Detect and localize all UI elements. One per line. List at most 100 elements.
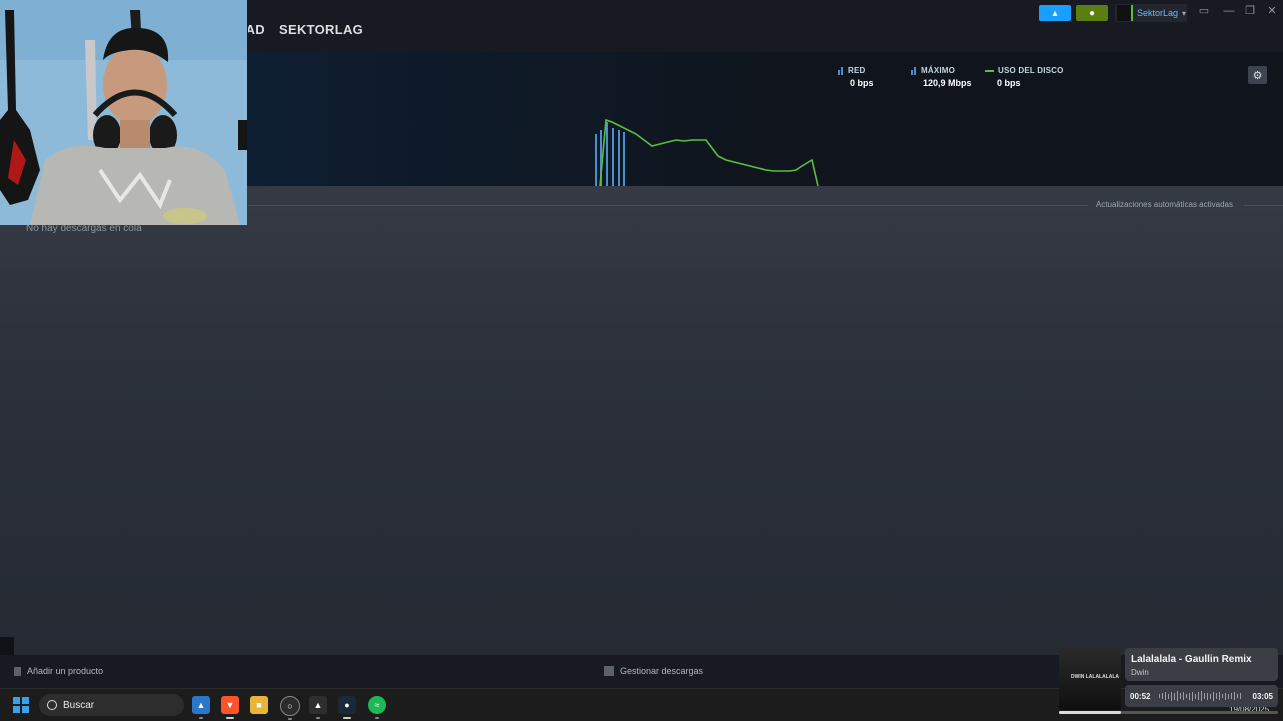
legend-peak-label: MÁXIMO xyxy=(921,66,956,75)
running-indicator xyxy=(316,717,320,719)
bar-chart-icon xyxy=(838,66,844,75)
add-product-button[interactable]: Añadir un producto xyxy=(14,666,103,676)
waveform-bar xyxy=(1189,692,1190,700)
waveform xyxy=(1159,691,1245,701)
waveform-bar xyxy=(1168,693,1169,699)
photos-icon: ▲ xyxy=(196,700,206,710)
taskbar-app-brave[interactable]: ▼ xyxy=(221,696,239,719)
waveform-bar xyxy=(1177,691,1178,701)
taskbar-search[interactable]: Buscar xyxy=(39,694,184,716)
legend-disk-label: USO DEL DISCO xyxy=(998,66,1064,75)
steam-icon: ● xyxy=(344,700,350,710)
legend-peak-value: 120,9 Mbps xyxy=(923,78,972,88)
downloads-list: Actualizaciones automáticas activadas No… xyxy=(0,186,1283,655)
nav-tab-activity[interactable]: ACTIVIDAD xyxy=(248,22,265,37)
start-button[interactable] xyxy=(13,697,29,713)
waveform-bar xyxy=(1213,691,1214,701)
media-seek-bar[interactable] xyxy=(1059,711,1278,714)
megaphone-icon: ▴ xyxy=(1052,7,1058,19)
auto-updates-status: Actualizaciones automáticas activadas xyxy=(1096,200,1233,209)
waveform-bar xyxy=(1216,693,1217,699)
waveform-bar xyxy=(1159,694,1160,698)
manage-downloads-label: Gestionar descargas xyxy=(620,666,704,676)
search-icon xyxy=(47,700,57,710)
maximize-button[interactable]: ❐ xyxy=(1243,4,1257,18)
waveform-bar xyxy=(1186,694,1187,698)
minimize-icon: — xyxy=(1223,5,1235,17)
maximize-icon: ❐ xyxy=(1245,5,1255,17)
media-seek-fill xyxy=(1059,711,1121,714)
waveform-bar xyxy=(1192,691,1193,701)
album-art-text: DWIN LALALALALA xyxy=(1071,674,1120,680)
notifications-button[interactable]: ● xyxy=(1076,5,1108,21)
running-indicator xyxy=(199,717,203,719)
taskbar-app-gallery[interactable]: ▲ xyxy=(192,696,210,719)
waveform-bar xyxy=(1222,694,1223,698)
waveform-bar xyxy=(1198,692,1199,700)
big-picture-button[interactable]: ▭ xyxy=(1197,4,1211,18)
epic-games-icon: ▲ xyxy=(313,700,323,710)
taskbar-app-steam[interactable]: ● xyxy=(338,696,356,719)
download-icon xyxy=(604,666,614,676)
waveform-bar xyxy=(1204,693,1205,699)
waveform-bar xyxy=(1207,692,1208,700)
media-flyout: DWIN LALALALALA Lalalalala - Gaullin Rem… xyxy=(1059,648,1278,714)
network-bar xyxy=(595,134,597,186)
running-indicator xyxy=(226,717,234,719)
close-button[interactable]: ✕ xyxy=(1265,4,1279,18)
browser-icon: ○ xyxy=(287,701,293,711)
waveform-bar xyxy=(1183,692,1184,700)
taskbar-app-spotify[interactable]: ≈ xyxy=(368,696,386,719)
legend-network-label: RED xyxy=(848,66,866,75)
waveform-bar xyxy=(1171,691,1172,701)
folder-icon: ■ xyxy=(256,700,262,710)
media-timeline: 00:52 03:05 xyxy=(1125,685,1278,707)
running-indicator xyxy=(375,717,379,719)
close-icon: ✕ xyxy=(1267,5,1277,17)
media-info[interactable]: Lalalalala - Gaullin Remix Dwin xyxy=(1125,648,1278,681)
media-artist: Dwin xyxy=(1131,668,1149,677)
download-settings-button[interactable]: ⚙ xyxy=(1248,66,1267,84)
legend-network: RED 0 bps xyxy=(838,66,874,88)
taskbar-app-epic[interactable]: ▲ xyxy=(309,696,327,719)
avatar xyxy=(1117,5,1133,21)
line-chart-icon xyxy=(985,69,994,72)
waveform-bar xyxy=(1219,692,1220,700)
waveform-bar xyxy=(1234,692,1235,700)
webcam-overlay xyxy=(0,0,247,225)
divider xyxy=(1244,205,1283,206)
waveform-bar xyxy=(1174,692,1175,700)
side-strip xyxy=(0,637,14,655)
taskbar-search-label: Buscar xyxy=(63,699,95,711)
spotify-icon: ≈ xyxy=(374,700,380,710)
add-product-label: Añadir un producto xyxy=(27,666,104,676)
plus-icon xyxy=(14,666,21,676)
waveform-bar xyxy=(1237,694,1238,698)
monitor-icon: ▭ xyxy=(1198,5,1210,17)
waveform-bar xyxy=(1210,693,1211,699)
legend-network-value: 0 bps xyxy=(850,78,874,88)
running-indicator xyxy=(343,717,351,719)
taskbar-app-explorer[interactable]: ■ xyxy=(250,696,268,714)
taskbar-app-chrome[interactable]: ○ xyxy=(280,696,300,720)
album-art: DWIN LALALALALA xyxy=(1059,648,1121,710)
chevron-down-icon: ▾ xyxy=(1182,8,1187,18)
network-bar xyxy=(612,128,614,186)
waveform-bar xyxy=(1201,691,1202,701)
brave-browser-icon: ▼ xyxy=(225,700,235,710)
nav-tab-profile[interactable]: SEKTORLAG xyxy=(279,22,363,37)
manage-downloads-button[interactable]: Gestionar descargas xyxy=(604,666,703,676)
media-total-time: 03:05 xyxy=(1252,692,1273,701)
announcements-button[interactable]: ▴ xyxy=(1039,5,1071,21)
media-current-time: 00:52 xyxy=(1130,692,1151,701)
network-bar xyxy=(623,132,625,186)
legend-disk: USO DEL DISCO 0 bps xyxy=(985,66,1064,88)
waveform-bar xyxy=(1162,693,1163,699)
media-title: Lalalalala - Gaullin Remix xyxy=(1131,654,1252,665)
legend-disk-value: 0 bps xyxy=(997,78,1021,88)
waveform-bar xyxy=(1231,693,1232,699)
legend-peak: MÁXIMO 120,9 Mbps xyxy=(911,66,972,88)
account-menu-button[interactable]: SektorLag ▾ xyxy=(1115,4,1187,22)
minimize-button[interactable]: — xyxy=(1222,4,1236,18)
gear-icon: ⚙ xyxy=(1252,69,1263,82)
